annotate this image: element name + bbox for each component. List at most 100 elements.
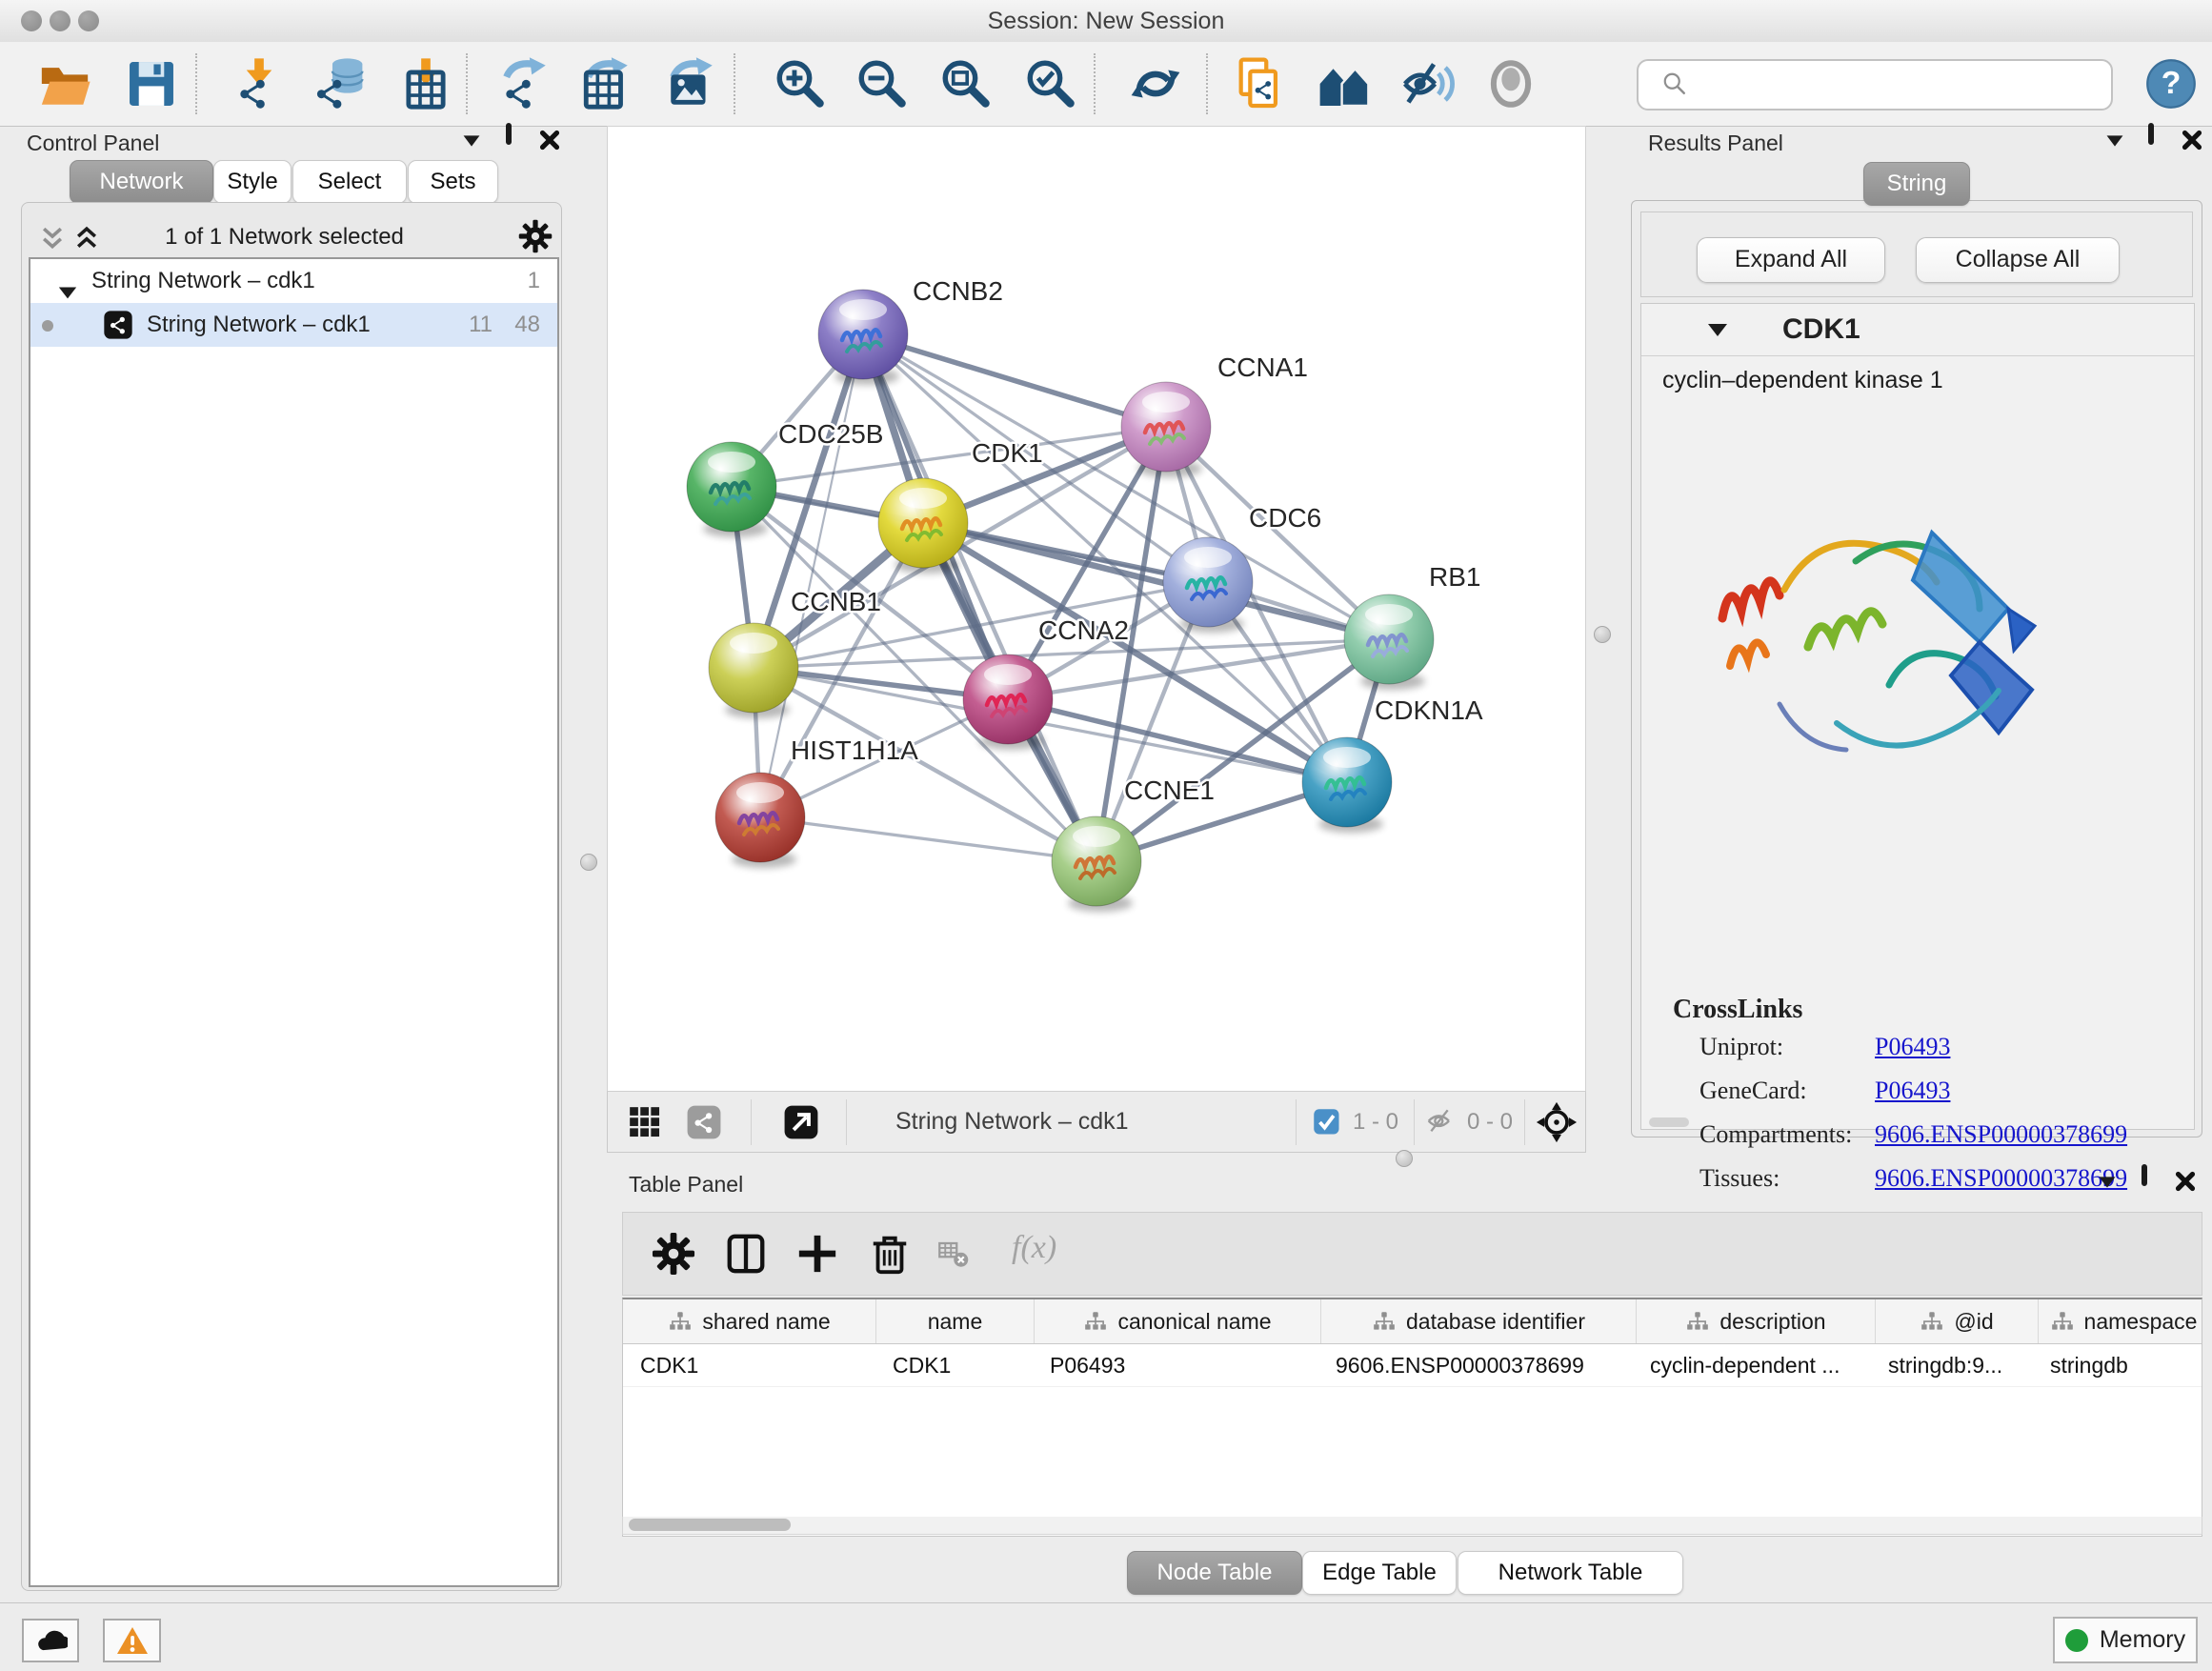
network-edge[interactable] bbox=[863, 334, 1166, 427]
import-network-from-database-icon[interactable] bbox=[311, 56, 366, 111]
right-splitter-handle[interactable] bbox=[1594, 626, 1611, 643]
expand-all-button[interactable]: Expand All bbox=[1697, 237, 1885, 283]
panel-float-icon[interactable] bbox=[2139, 1167, 2167, 1196]
tab-node-table[interactable]: Node Table bbox=[1127, 1551, 1302, 1595]
tab-edge-table[interactable]: Edge Table bbox=[1302, 1551, 1457, 1595]
table-cell[interactable]: stringdb:9... bbox=[1871, 1344, 2033, 1386]
search-input[interactable] bbox=[1679, 65, 2111, 105]
panel-close-icon[interactable] bbox=[535, 126, 564, 154]
import-network-from-file-icon[interactable] bbox=[231, 56, 287, 111]
protein-node-CCNE1[interactable]: CCNE1 bbox=[1052, 775, 1215, 912]
export-image-icon[interactable] bbox=[664, 56, 719, 111]
column-header-database-identifier[interactable]: database identifier bbox=[1321, 1299, 1637, 1343]
export-table-icon[interactable] bbox=[579, 56, 634, 111]
cloud-status-button[interactable] bbox=[22, 1619, 79, 1662]
column-header-name[interactable]: name bbox=[876, 1299, 1035, 1343]
tab-style[interactable]: Style bbox=[213, 160, 292, 204]
left-splitter-handle[interactable] bbox=[580, 854, 597, 871]
protein-node-RB1[interactable]: RB1 bbox=[1344, 562, 1480, 690]
panel-float-icon[interactable] bbox=[2145, 126, 2174, 154]
help-icon[interactable]: ? bbox=[2145, 58, 2197, 110]
selected-items-checkbox-icon[interactable] bbox=[1313, 1108, 1341, 1137]
network-badge-icon[interactable] bbox=[686, 1104, 722, 1140]
panel-float-icon[interactable] bbox=[503, 126, 532, 154]
table-cell[interactable]: CDK1 bbox=[623, 1344, 875, 1386]
table-options-gear-icon[interactable] bbox=[652, 1232, 695, 1276]
zoom-fit-content-icon[interactable] bbox=[938, 56, 994, 111]
network-canvas[interactable]: CCNB2 CCNA1 CDC25B CDK1 CDC6 RB1 CCNB1 C… bbox=[607, 126, 1586, 1092]
memory-button[interactable]: Memory bbox=[2053, 1617, 2198, 1663]
apply-preferred-layout-icon[interactable] bbox=[1128, 56, 1183, 111]
column-header-shared-name[interactable]: shared name bbox=[623, 1299, 876, 1343]
section-scrollbar[interactable] bbox=[1649, 1117, 1689, 1127]
footer-separator bbox=[1296, 1099, 1297, 1145]
column-label: database identifier bbox=[1406, 1309, 1585, 1335]
table-cell[interactable]: cyclin-dependent ... bbox=[1633, 1344, 1871, 1386]
node-label-CCNB2: CCNB2 bbox=[913, 276, 1003, 306]
delete-column-icon[interactable] bbox=[868, 1232, 912, 1276]
node-table[interactable]: shared namenamecanonical name database id… bbox=[622, 1298, 2202, 1537]
control-panel: Control Panel NetworkStyleSelectSets 1 o… bbox=[0, 126, 569, 1602]
current-network-title: String Network – cdk1 bbox=[895, 1092, 1129, 1152]
crosslink-link[interactable]: 9606.ENSP00000378699 bbox=[1875, 1120, 2127, 1149]
table-cell[interactable]: stringdb bbox=[2033, 1344, 2202, 1386]
fit-selected-crosshair-icon[interactable] bbox=[1536, 1101, 1578, 1143]
crosslink-link[interactable]: P06493 bbox=[1875, 1077, 1950, 1105]
zoom-selected-region-icon[interactable] bbox=[1023, 56, 1078, 111]
column-header-canonical-name[interactable]: canonical name bbox=[1035, 1299, 1321, 1343]
save-session-icon[interactable] bbox=[124, 56, 179, 111]
duplicate-network-icon[interactable] bbox=[1232, 56, 1287, 111]
export-network-icon[interactable] bbox=[497, 56, 553, 111]
string-query-icon[interactable] bbox=[1317, 56, 1372, 111]
protein-node-CDKN1A[interactable]: CDKN1A bbox=[1302, 695, 1483, 833]
table-row[interactable]: CDK1CDK1P064939606.ENSP00000378699cyclin… bbox=[623, 1344, 2202, 1387]
tab-select[interactable]: Select bbox=[292, 160, 407, 204]
open-in-window-icon[interactable] bbox=[783, 1104, 819, 1140]
tab-string[interactable]: String bbox=[1863, 162, 1970, 206]
collapse-all-button[interactable]: Collapse All bbox=[1916, 237, 2120, 283]
network-row-selected[interactable]: String Network – cdk1 11 48 bbox=[30, 303, 557, 347]
zoom-in-icon[interactable] bbox=[773, 56, 828, 111]
crosslink-link[interactable]: P06493 bbox=[1875, 1033, 1950, 1061]
table-header-row: shared namenamecanonical name database id… bbox=[623, 1299, 2202, 1344]
network-collection-row[interactable]: String Network – cdk1 1 bbox=[30, 259, 557, 303]
panel-close-icon[interactable] bbox=[2171, 1167, 2200, 1196]
crosslinks-title: CrossLinks bbox=[1673, 995, 1802, 1025]
network-edge[interactable] bbox=[863, 334, 1096, 861]
protein-node-CCNB1[interactable]: CCNB1 bbox=[709, 587, 881, 718]
table-cell[interactable]: 9606.ENSP00000378699 bbox=[1318, 1344, 1633, 1386]
tab-sets[interactable]: Sets bbox=[408, 160, 498, 204]
column-header-description[interactable]: description bbox=[1637, 1299, 1876, 1343]
scrollbar-thumb[interactable] bbox=[629, 1519, 791, 1531]
panel-menu-icon[interactable] bbox=[457, 126, 486, 154]
import-table-from-file-icon[interactable] bbox=[398, 56, 453, 111]
column-header-@id[interactable]: @id bbox=[1876, 1299, 2039, 1343]
protein-node-HIST1H1A[interactable]: HIST1H1A bbox=[715, 735, 918, 868]
protein-node-CCNA1[interactable]: CCNA1 bbox=[1121, 352, 1308, 477]
zoom-out-icon[interactable] bbox=[855, 56, 910, 111]
column-type-icon bbox=[1685, 1309, 1710, 1334]
panel-close-icon[interactable] bbox=[2178, 126, 2206, 154]
network-edge[interactable] bbox=[760, 817, 1096, 861]
protein-section-header[interactable]: CDK1 bbox=[1641, 304, 2194, 356]
tab-network[interactable]: Network bbox=[70, 160, 213, 204]
hide-glasspane-icon[interactable] bbox=[1400, 56, 1456, 111]
birds-eye-grid-icon[interactable] bbox=[627, 1104, 663, 1140]
column-type-icon bbox=[1920, 1309, 1944, 1334]
tab-network-table[interactable]: Network Table bbox=[1458, 1551, 1683, 1595]
collection-expander-icon[interactable] bbox=[57, 272, 78, 290]
panel-menu-icon[interactable] bbox=[2101, 126, 2129, 154]
show-columns-icon[interactable] bbox=[724, 1232, 768, 1276]
presentation-mode-icon[interactable] bbox=[1483, 56, 1538, 111]
table-cell[interactable]: P06493 bbox=[1033, 1344, 1318, 1386]
collection-label: String Network – cdk1 bbox=[91, 259, 315, 303]
network-options-gear-icon[interactable] bbox=[518, 219, 553, 253]
table-horizontal-scrollbar[interactable] bbox=[622, 1517, 2202, 1535]
column-header-namespace[interactable]: namespace bbox=[2039, 1299, 2202, 1343]
panel-menu-icon[interactable] bbox=[2093, 1167, 2122, 1196]
open-session-icon[interactable] bbox=[37, 56, 92, 111]
section-collapse-icon[interactable] bbox=[1706, 321, 1729, 338]
table-cell[interactable]: CDK1 bbox=[875, 1344, 1033, 1386]
add-column-icon[interactable] bbox=[795, 1232, 839, 1276]
warning-status-button[interactable] bbox=[103, 1619, 161, 1662]
